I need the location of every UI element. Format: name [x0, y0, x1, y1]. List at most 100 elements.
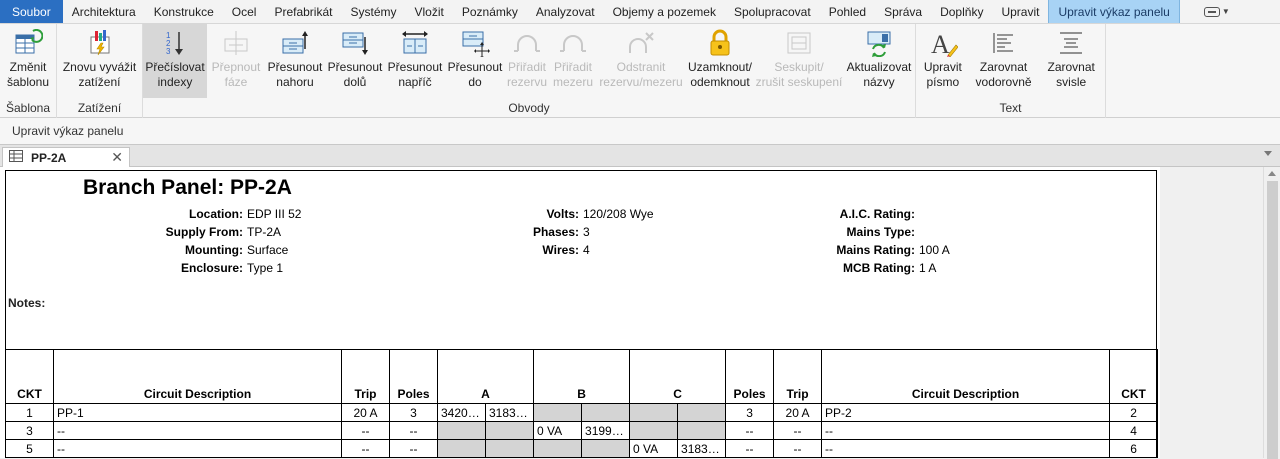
- table-cell[interactable]: --: [53, 439, 342, 458]
- table-cell[interactable]: --: [725, 421, 775, 440]
- table-cell[interactable]: [484, 439, 535, 458]
- table-cell[interactable]: 3: [389, 403, 438, 422]
- table-cell[interactable]: 31838...: [677, 439, 727, 458]
- scroll-up-icon[interactable]: [1268, 171, 1276, 176]
- table-cell[interactable]: 20 A: [341, 403, 390, 422]
- info-label: Mains Type:: [846, 225, 915, 239]
- table-cell[interactable]: PP-2: [821, 403, 1111, 422]
- table-row[interactable]: 5 -- -- -- 0 VA 31838... -- -- -- 6: [5, 439, 1159, 458]
- document-tab-pp-2a[interactable]: PP-2A ✕: [2, 147, 130, 167]
- table-cell[interactable]: [581, 439, 631, 458]
- tab-upravit[interactable]: Upravit: [992, 0, 1048, 23]
- tab-systemy[interactable]: Systémy: [341, 0, 405, 23]
- priradit-mezeru-button[interactable]: Přiřadit mezeru: [549, 24, 597, 98]
- table-cell[interactable]: --: [773, 421, 823, 440]
- presunout-dolu-button[interactable]: Přesunout dolů: [325, 24, 385, 98]
- odstranit-rezervu-label: Odstranit rezervu/mezeru: [599, 60, 683, 89]
- table-cell[interactable]: --: [821, 421, 1111, 440]
- table-cell[interactable]: 31997...: [581, 421, 631, 440]
- table-cell[interactable]: 2: [1109, 403, 1159, 422]
- col-header: A: [436, 349, 535, 404]
- tab-architektura[interactable]: Architektura: [63, 0, 145, 23]
- group-zatizeni: Znovu vyvážit zatížení Zatížení: [57, 24, 143, 118]
- tab-analyzovat[interactable]: Analyzovat: [527, 0, 604, 23]
- tab-vlozit[interactable]: Vložit: [406, 0, 453, 23]
- table-cell[interactable]: 1: [5, 403, 54, 422]
- update-names-icon: [863, 28, 895, 58]
- table-cell[interactable]: --: [389, 421, 438, 440]
- table-cell[interactable]: 31838...: [484, 403, 535, 422]
- seskupit-button[interactable]: Seskupit/ zrušit seskupení: [755, 24, 843, 98]
- move-across-icon: [399, 28, 431, 58]
- table-cell[interactable]: 0 VA: [629, 439, 679, 458]
- tab-pohled[interactable]: Pohled: [820, 0, 875, 23]
- table-row[interactable]: 3 -- -- -- 0 VA 31997... -- -- -- 4: [5, 421, 1159, 440]
- table-row[interactable]: 1 PP-1 20 A 3 3420 VA 31838... 3 20 A PP…: [5, 403, 1159, 422]
- tab-konstrukce[interactable]: Konstrukce: [145, 0, 223, 23]
- close-icon[interactable]: ✕: [111, 149, 123, 166]
- table-cell[interactable]: [437, 439, 486, 458]
- table-cell[interactable]: --: [725, 439, 775, 458]
- odstranit-rezervu-button[interactable]: Odstranit rezervu/mezeru: [597, 24, 685, 98]
- col-header: CKT: [5, 349, 54, 404]
- table-cell[interactable]: 3420 VA: [437, 403, 486, 422]
- table-cell[interactable]: --: [389, 439, 438, 458]
- table-cell[interactable]: 0 VA: [533, 421, 583, 440]
- table-cell[interactable]: --: [53, 421, 342, 440]
- tab-ocel[interactable]: Ocel: [223, 0, 266, 23]
- tab-list-dropdown[interactable]: [1264, 151, 1272, 156]
- table-cell[interactable]: [484, 421, 535, 440]
- table-cell[interactable]: [629, 421, 679, 440]
- table-cell[interactable]: [677, 421, 727, 440]
- table-cell[interactable]: --: [821, 439, 1111, 458]
- table-cell[interactable]: --: [341, 439, 390, 458]
- table-cell[interactable]: --: [773, 439, 823, 458]
- tab-soubor[interactable]: Soubor: [0, 0, 63, 23]
- tab-upravit-vykaz-panelu[interactable]: Upravit výkaz panelu: [1048, 0, 1180, 23]
- presunout-do-button[interactable]: Přesunout do: [445, 24, 505, 98]
- znovu-vyvazit-button[interactable]: Znovu vyvážit zatížení: [57, 24, 142, 98]
- tab-objemy[interactable]: Objemy a pozemek: [604, 0, 725, 23]
- table-cell[interactable]: [629, 403, 679, 422]
- table-cell[interactable]: [437, 421, 486, 440]
- group-icon: [783, 28, 815, 58]
- scrollbar-thumb[interactable]: [1267, 181, 1278, 459]
- precislovat-indexy-label: Přečíslovat indexy: [145, 60, 205, 89]
- precislovat-indexy-button[interactable]: 123 Přečíslovat indexy: [143, 24, 207, 98]
- uzamknout-label: Uzamknout/ odemknout: [687, 60, 753, 89]
- tab-doplnky[interactable]: Doplňky: [931, 0, 992, 23]
- table-cell[interactable]: 3: [725, 403, 775, 422]
- priradit-rezervu-button[interactable]: Přiřadit rezervu: [505, 24, 549, 98]
- table-cell[interactable]: 4: [1109, 421, 1159, 440]
- aktualizovat-nazvy-button[interactable]: Aktualizovat názvy: [843, 24, 915, 98]
- table-cell[interactable]: [533, 403, 583, 422]
- table-cell[interactable]: 6: [1109, 439, 1159, 458]
- zarovnat-vodorovne-button[interactable]: Zarovnat vodorovně: [970, 24, 1038, 98]
- presunout-nahoru-button[interactable]: Přesunout nahoru: [265, 24, 325, 98]
- prepnout-faze-button[interactable]: Přepnout fáze: [207, 24, 265, 98]
- uzamknout-button[interactable]: Uzamknout/ odemknout: [685, 24, 755, 98]
- table-cell[interactable]: --: [341, 421, 390, 440]
- tab-spolupracovat[interactable]: Spolupracovat: [725, 0, 820, 23]
- table-cell[interactable]: 5: [5, 439, 54, 458]
- table-cell[interactable]: 3: [5, 421, 54, 440]
- tab-poznamky[interactable]: Poznámky: [453, 0, 527, 23]
- tab-sprava[interactable]: Správa: [875, 0, 931, 23]
- table-cell[interactable]: [533, 439, 583, 458]
- zmenit-sablonu-button[interactable]: Změnit šablonu: [0, 24, 56, 98]
- table-cell[interactable]: 20 A: [773, 403, 823, 422]
- presunout-napric-button[interactable]: Přesunout napříč: [385, 24, 445, 98]
- table-cell[interactable]: [581, 403, 631, 422]
- assign-spare-icon: [511, 28, 543, 58]
- ribbon-minimize-toggle[interactable]: ▼: [1203, 0, 1230, 23]
- zarovnat-svisle-button[interactable]: Zarovnat svisle: [1037, 24, 1105, 98]
- table-cell[interactable]: PP-1: [53, 403, 342, 422]
- vertical-scrollbar[interactable]: [1263, 167, 1280, 459]
- col-header: Poles: [725, 349, 775, 404]
- upravit-pismo-button[interactable]: A Upravit písmo: [916, 24, 970, 98]
- table-cell[interactable]: [677, 403, 727, 422]
- col-header: Poles: [389, 349, 438, 404]
- document-tab-label: PP-2A: [31, 150, 67, 165]
- info-value: 100 A: [919, 243, 950, 257]
- tab-prefabrikat[interactable]: Prefabrikát: [265, 0, 341, 23]
